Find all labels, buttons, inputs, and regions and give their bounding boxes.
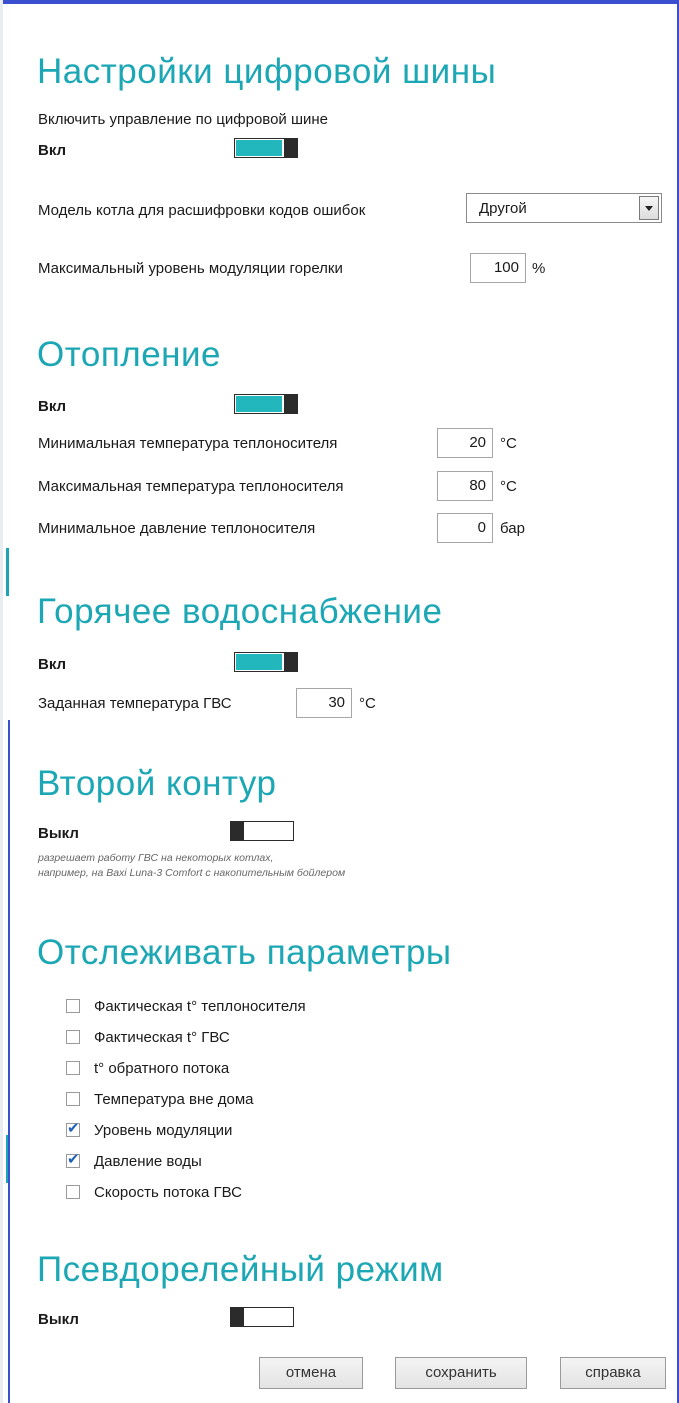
checkbox[interactable] xyxy=(66,1030,80,1044)
checkbox[interactable] xyxy=(66,1061,80,1075)
checkbox-item[interactable]: Скорость потока ГВС xyxy=(66,1182,242,1202)
heating-state-label: Вкл xyxy=(38,398,67,415)
pseudo-relay-toggle[interactable] xyxy=(230,1307,294,1327)
checkbox[interactable] xyxy=(66,999,80,1013)
checkbox-item[interactable]: ✔ Уровень модуляции xyxy=(66,1120,232,1140)
modulation-unit: % xyxy=(532,260,546,277)
dropdown-button[interactable] xyxy=(639,196,659,220)
checkbox-item[interactable]: t° обратного потока xyxy=(66,1058,229,1078)
toggle-knob xyxy=(284,394,298,414)
section-title-monitor: Отслеживать параметры xyxy=(37,933,452,972)
toggle-fill xyxy=(236,140,282,156)
section-title-heating: Отопление xyxy=(37,335,222,374)
window-top-border xyxy=(0,0,679,4)
check-mark-icon: ✔ xyxy=(67,1120,80,1137)
checkbox[interactable] xyxy=(66,1185,80,1199)
max-temp-label: Максимальная температура теплоносителя xyxy=(38,478,344,495)
dhw-set-temp-input[interactable]: 30 xyxy=(296,688,352,718)
checkbox-label: Скорость потока ГВС xyxy=(94,1183,242,1201)
window-left-edge xyxy=(0,0,3,1403)
hot-water-toggle[interactable] xyxy=(234,652,298,672)
max-temp-input[interactable]: 80 xyxy=(437,471,493,501)
checkbox[interactable]: ✔ xyxy=(66,1151,80,1168)
help-button[interactable]: справка xyxy=(560,1357,666,1389)
window-left-border xyxy=(8,720,10,1403)
section-title-second-circuit: Второй контур xyxy=(37,764,277,803)
checkbox-label: t° обратного потока xyxy=(94,1059,230,1077)
boiler-model-select[interactable]: Другой xyxy=(466,193,662,223)
section-title-pseudo-relay: Псевдорелейный режим xyxy=(37,1250,444,1289)
min-temp-label: Минимальная температура теплоносителя xyxy=(38,435,338,452)
min-pressure-input[interactable]: 0 xyxy=(437,513,493,543)
min-pressure-label: Минимальное давление теплоносителя xyxy=(38,520,316,537)
modulation-input[interactable]: 100 xyxy=(470,253,526,283)
digital-bus-state-label: Вкл xyxy=(38,142,67,159)
digital-bus-toggle[interactable] xyxy=(234,138,298,158)
second-circuit-state-label: Выкл xyxy=(38,825,79,842)
checkbox-label: Температура вне дома xyxy=(94,1090,254,1108)
boiler-model-value: Другой xyxy=(479,200,527,217)
checkbox-label: Уровень модуляции xyxy=(94,1121,233,1139)
section-title-hot-water: Горячее водоснабжение xyxy=(37,592,443,631)
save-button[interactable]: сохранить xyxy=(395,1357,527,1389)
section-title-digital-bus: Настройки цифровой шины xyxy=(37,52,497,91)
checkbox[interactable]: ✔ xyxy=(66,1120,80,1137)
toggle-knob xyxy=(284,138,298,158)
hot-water-state-label: Вкл xyxy=(38,656,67,673)
note-line: например, на Baxi Luna-3 Comfort с накоп… xyxy=(38,867,346,879)
toggle-fill xyxy=(236,396,282,412)
toggle-knob xyxy=(284,652,298,672)
chevron-down-icon xyxy=(645,205,653,211)
modulation-label: Максимальный уровень модуляции горелки xyxy=(38,260,343,277)
max-temp-unit: °C xyxy=(500,478,517,495)
check-mark-icon: ✔ xyxy=(67,1151,80,1168)
dhw-set-temp-label: Заданная температура ГВС xyxy=(38,695,232,712)
scroll-marker xyxy=(6,548,9,596)
checkbox[interactable] xyxy=(66,1092,80,1106)
min-pressure-unit: бар xyxy=(500,520,525,537)
min-temp-unit: °C xyxy=(500,435,517,452)
toggle-knob xyxy=(230,821,244,841)
checkbox-item[interactable]: ✔ Давление воды xyxy=(66,1151,202,1171)
checkbox-label: Фактическая t° ГВС xyxy=(94,1028,230,1046)
checkbox-item[interactable]: Фактическая t° теплоносителя xyxy=(66,996,306,1016)
checkbox-label: Давление воды xyxy=(94,1152,202,1170)
pseudo-relay-state-label: Выкл xyxy=(38,1311,79,1328)
checkbox-item[interactable]: Температура вне дома xyxy=(66,1089,254,1109)
second-circuit-note: разрешает работу ГВС на некоторых котлах… xyxy=(38,851,345,881)
toggle-knob xyxy=(230,1307,244,1327)
dhw-set-temp-unit: °C xyxy=(359,695,376,712)
toggle-fill xyxy=(236,654,282,670)
heating-toggle[interactable] xyxy=(234,394,298,414)
note-line: разрешает работу ГВС на некоторых котлах… xyxy=(38,852,274,864)
boiler-model-label: Модель котла для расшифровки кодов ошибо… xyxy=(38,202,366,219)
second-circuit-toggle[interactable] xyxy=(230,821,294,841)
cancel-button[interactable]: отмена xyxy=(259,1357,363,1389)
enable-digital-bus-label: Включить управление по цифровой шине xyxy=(38,111,329,128)
checkbox-label: Фактическая t° теплоносителя xyxy=(94,997,306,1015)
checkbox-item[interactable]: Фактическая t° ГВС xyxy=(66,1027,230,1047)
min-temp-input[interactable]: 20 xyxy=(437,428,493,458)
